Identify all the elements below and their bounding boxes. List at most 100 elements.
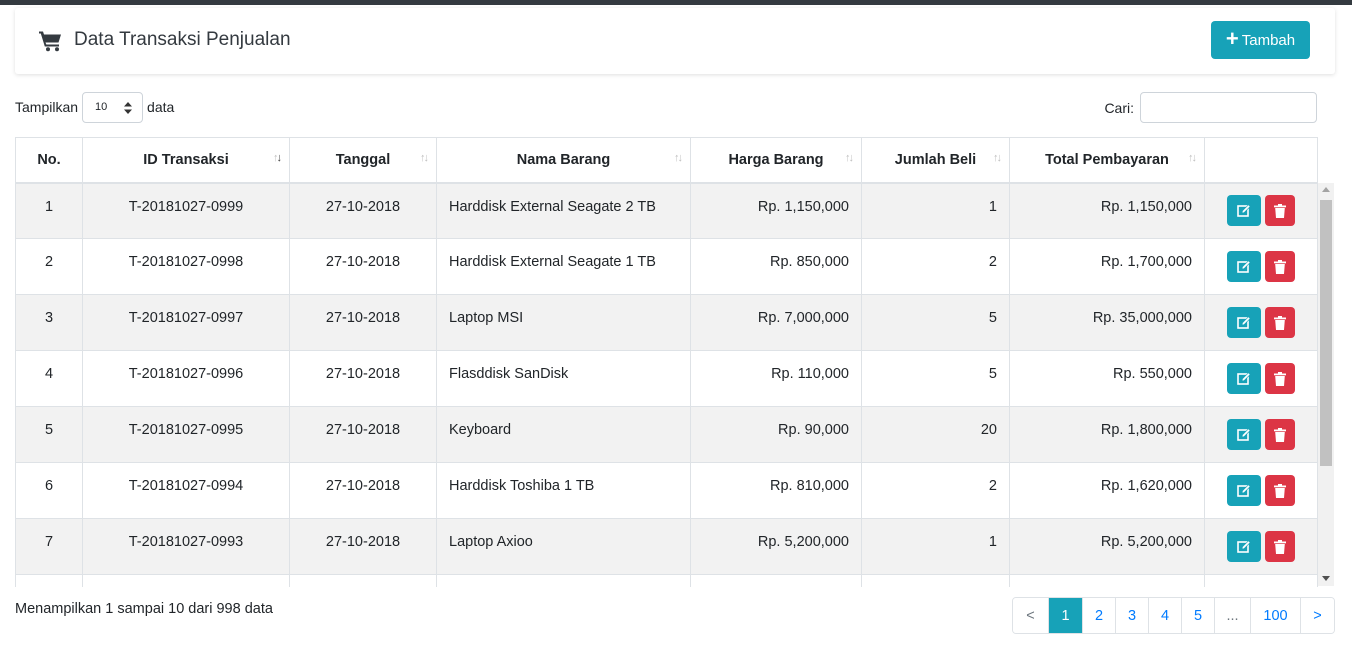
table-row: 5 T-20181027-0995 27-10-2018 Keyboard Rp. 90… [15,406,1318,463]
edit-button[interactable] [1227,251,1261,282]
pagination-page-5[interactable]: 5 [1181,598,1214,633]
table-info: Menampilkan 1 sampai 10 dari 998 data [15,601,273,617]
cell-no: 3 [15,294,83,351]
delete-button[interactable] [1265,475,1295,506]
sort-icon: ↑↓ [273,152,282,164]
cell-actions [1204,350,1318,407]
sort-icon: ↑↓ [420,152,429,164]
pagination-page-4[interactable]: 4 [1148,598,1181,633]
sort-icon: ↑↓ [993,152,1002,164]
sort-icon: ↑↓ [1188,152,1197,164]
cell-no: 2 [15,238,83,295]
cell-actions [1204,518,1318,575]
cell-nama: Harddisk External Seagate 1 TB [436,238,691,295]
pagination-page-2[interactable]: 2 [1082,598,1115,633]
pagination-next[interactable]: > [1300,598,1334,633]
cell-total: Rp. 550,000 [1009,350,1205,407]
cell-total: Rp. 35,000,000 [1009,294,1205,351]
cell-actions [1204,406,1318,463]
cell-harga: Rp. 1,150,000 [690,182,862,239]
cell-jumlah: 5 [861,350,1010,407]
delete-button[interactable] [1265,531,1295,562]
cell-tanggal: 27-10-2018 [289,294,437,351]
cell-id: T-20181027-0999 [82,182,290,239]
cell-tanggal: 27-10-2018 [289,406,437,463]
column-header-no: No. [15,137,83,184]
edit-button[interactable] [1227,531,1261,562]
cell-nama: Laptop MSI [436,294,691,351]
sort-icon: ↑↓ [674,152,683,164]
cell-id: T-20181027-0997 [82,294,290,351]
cell-jumlah [861,574,1010,587]
column-header-harga[interactable]: Harga Barang ↑↓ [690,137,862,184]
cell-nama [436,574,691,587]
edit-button[interactable] [1227,419,1261,450]
column-header-total[interactable]: Total Pembayaran ↑↓ [1009,137,1205,184]
column-header-nama[interactable]: Nama Barang ↑↓ [436,137,691,184]
cell-jumlah: 5 [861,294,1010,351]
delete-button[interactable] [1265,195,1295,227]
search-control: Cari: [1104,92,1317,123]
search-label: Cari: [1104,99,1134,116]
table-row: 1 T-20181027-0999 27-10-2018 Harddisk Exter… [15,182,1318,239]
cell-tanggal: 27-10-2018 [289,182,437,239]
plus-icon: + [1225,26,1239,51]
cell-actions [1204,574,1318,587]
cell-jumlah: 1 [861,182,1010,239]
table-row: 2 T-20181027-0998 27-10-2018 Harddisk Exter… [15,238,1318,295]
cell-total: Rp. 5,200,000 [1009,518,1205,575]
search-input[interactable] [1140,92,1317,123]
scroll-down-icon[interactable] [1322,576,1330,581]
cell-total: Rp. 1,620,000 [1009,462,1205,519]
cell-nama: Laptop Axioo [436,518,691,575]
delete-button[interactable] [1265,363,1295,394]
cell-harga: Rp. 810,000 [690,462,862,519]
cell-harga [690,574,862,587]
top-bar [0,0,1352,5]
pagination-page-3[interactable]: 3 [1115,598,1148,633]
page-title: Data Transaksi Penjualan [74,29,291,50]
add-button[interactable]: + Tambah [1211,21,1310,59]
cell-id: T-20181027-0996 [82,350,290,407]
edit-button[interactable] [1227,195,1261,227]
page-length-select[interactable]: 10 [82,91,144,123]
cell-total: Rp. 1,150,000 [1009,182,1205,239]
pagination: < 1 2 3 4 5 ... 100 > [1012,597,1335,634]
cell-tanggal: 27-10-2018 [289,350,437,407]
edit-button[interactable] [1227,307,1261,338]
cell-harga: Rp. 5,200,000 [690,518,862,575]
edit-button[interactable] [1227,475,1261,506]
cell-jumlah: 2 [861,462,1010,519]
cell-no: 6 [15,462,83,519]
table-row [15,574,1318,587]
delete-button[interactable] [1265,307,1295,338]
table-row: 7 T-20181027-0993 27-10-2018 Laptop Axioo Rp… [15,518,1318,575]
pagination-page-100[interactable]: 100 [1250,598,1300,633]
shopping-cart-icon [39,31,61,52]
table-scrollbar[interactable] [1318,183,1334,586]
pagination-page-1[interactable]: 1 [1048,598,1082,633]
cell-tanggal [289,574,437,587]
cell-no: 7 [15,518,83,575]
cell-harga: Rp. 7,000,000 [690,294,862,351]
scrollbar-thumb[interactable] [1320,200,1332,466]
cell-tanggal: 27-10-2018 [289,518,437,575]
column-header-id[interactable]: ID Transaksi ↑↓ [82,137,290,184]
delete-button[interactable] [1265,419,1295,450]
cell-jumlah: 1 [861,518,1010,575]
cell-id: T-20181027-0998 [82,238,290,295]
cell-nama: Harddisk Toshiba 1 TB [436,462,691,519]
pagination-prev[interactable]: < [1013,598,1048,633]
scroll-up-icon[interactable] [1322,187,1330,192]
table-header-row: No. ID Transaksi ↑↓ Tanggal ↑↓ Nama Barang… [15,137,1318,184]
cell-nama: Keyboard [436,406,691,463]
cell-actions [1204,182,1318,239]
transactions-table-wrapper: No. ID Transaksi ↑↓ Tanggal ↑↓ Nama Barang… [15,137,1334,587]
cell-total [1009,574,1205,587]
delete-button[interactable] [1265,251,1295,282]
column-header-tanggal[interactable]: Tanggal ↑↓ [289,137,437,184]
edit-button[interactable] [1227,363,1261,394]
column-header-jumlah[interactable]: Jumlah Beli ↑↓ [861,137,1010,184]
cell-id [82,574,290,587]
page-length-prefix: Tampilkan [15,99,79,115]
